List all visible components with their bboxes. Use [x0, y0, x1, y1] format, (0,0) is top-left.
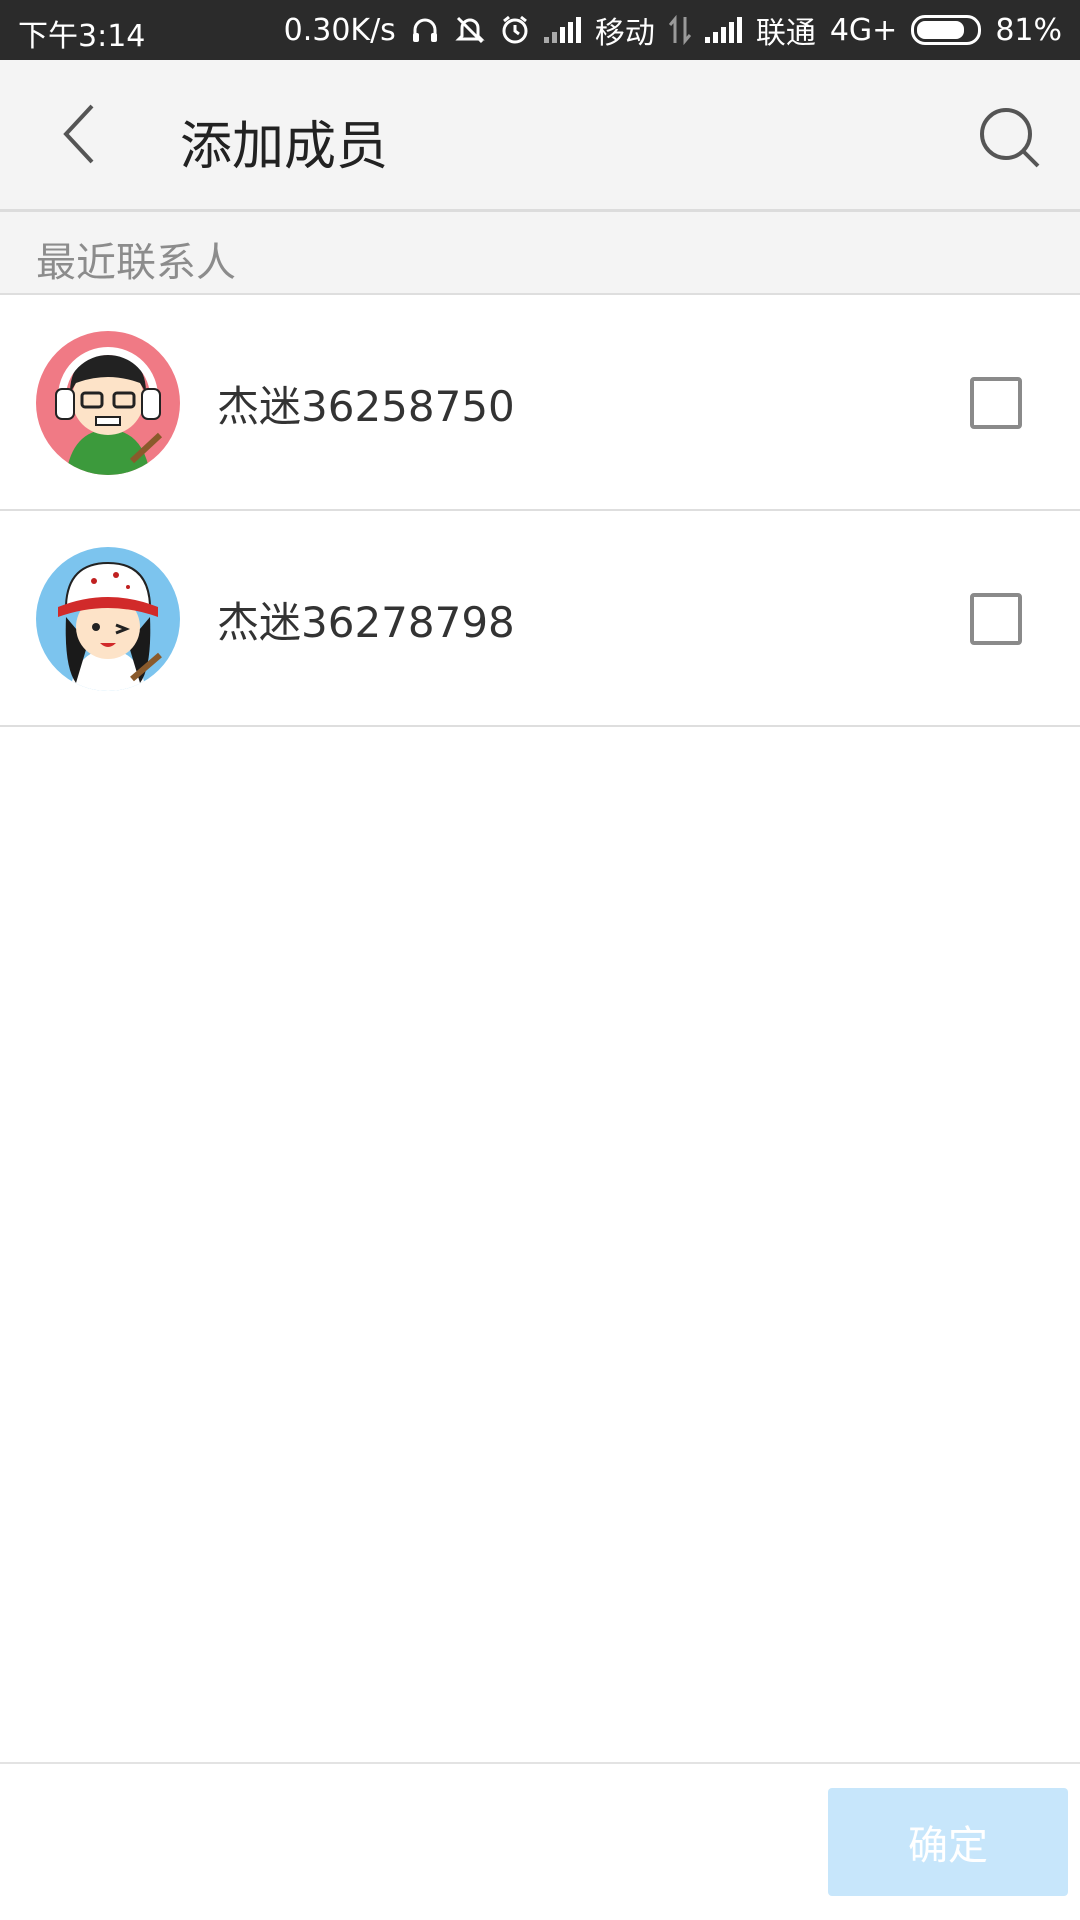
- avatar: [36, 331, 180, 475]
- network-type: 4G+: [829, 12, 898, 48]
- confirm-button[interactable]: 确定: [828, 1788, 1068, 1896]
- section-header: 最近联系人: [0, 212, 1080, 295]
- status-time: 下午3:14: [18, 19, 146, 54]
- avatar: [36, 547, 180, 691]
- status-right-group: 0.30K/s 移动 联通 4G+ 81%: [284, 0, 1062, 60]
- signal-icon: [704, 17, 742, 43]
- search-icon: [976, 104, 1046, 178]
- battery-icon: [911, 15, 982, 45]
- headphones-icon: [410, 0, 440, 60]
- contact-checkbox[interactable]: [970, 593, 1022, 645]
- data-arrows-icon: [668, 0, 691, 60]
- network-speed: 0.30K/s: [283, 12, 396, 48]
- contact-list: 杰迷36258750 杰迷36278798: [0, 295, 1080, 727]
- search-button[interactable]: [966, 96, 1056, 186]
- contact-checkbox[interactable]: [970, 377, 1022, 429]
- signal-icon: [543, 17, 581, 43]
- back-button[interactable]: [40, 96, 120, 176]
- section-label-recent: 最近联系人: [36, 240, 236, 286]
- chevron-left-icon: [60, 102, 100, 170]
- battery-percent: 81%: [995, 12, 1062, 48]
- mute-icon: [454, 0, 486, 60]
- app-header: 添加成员: [0, 60, 1080, 212]
- carrier-2: 联通: [755, 16, 816, 51]
- status-bar: 下午3:14 0.30K/s 移动 联通 4G+ 81%: [0, 0, 1080, 60]
- contact-name: 杰迷36258750: [217, 382, 515, 431]
- contact-name: 杰迷36278798: [217, 598, 515, 647]
- contact-row[interactable]: 杰迷36258750: [0, 295, 1080, 511]
- carrier-1: 移动: [594, 16, 655, 51]
- page-title: 添加成员: [180, 117, 389, 177]
- contact-row[interactable]: 杰迷36278798: [0, 511, 1080, 727]
- footer-bar: 确定: [0, 1762, 1080, 1920]
- alarm-icon: [500, 0, 530, 60]
